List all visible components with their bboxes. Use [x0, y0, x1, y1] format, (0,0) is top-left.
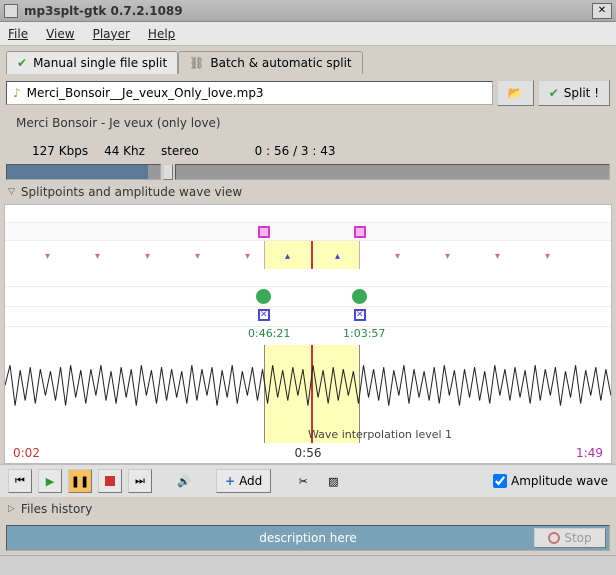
- splitpoint-delete-a[interactable]: [258, 309, 270, 321]
- tick-icon: ▾: [545, 251, 551, 257]
- tick-icon: ▾: [495, 251, 501, 257]
- menu-player[interactable]: Player: [93, 27, 130, 41]
- tick-icon: ▾: [145, 251, 151, 257]
- amplitude-wave-label: Amplitude wave: [511, 474, 608, 488]
- stop-icon: [548, 532, 560, 544]
- tab-batch[interactable]: ⛓ Batch & automatic split: [178, 51, 362, 74]
- splitpoint-dot-a[interactable]: [256, 289, 271, 304]
- splitpoint-marker-a[interactable]: [258, 226, 270, 238]
- wave-time-right: 1:49: [576, 446, 603, 460]
- plus-icon: +: [225, 474, 235, 488]
- add-button[interactable]: + Add: [216, 469, 271, 493]
- amplitude-wave-input[interactable]: [493, 474, 507, 488]
- tick-icon: ▾: [195, 251, 201, 257]
- tick-icon: ▾: [45, 251, 51, 257]
- link-icon: ⛓: [189, 56, 204, 70]
- amplitude-wave-checkbox[interactable]: Amplitude wave: [493, 474, 608, 488]
- app-icon: [4, 4, 18, 18]
- statusbar: [0, 555, 616, 575]
- position: 0 : 56 / 3 : 43: [255, 144, 336, 158]
- menu-file[interactable]: File: [8, 27, 28, 41]
- split-label: Split !: [564, 86, 599, 100]
- wave-area: ▾ ▾ ▾ ▾ ▾ ▴ ▴ ▾ ▾ ▾ ▾ 0:46:21 1:03:57 Wa…: [4, 204, 612, 464]
- wave-time-center: 0:56: [295, 446, 322, 460]
- eraser-icon[interactable]: ▨: [321, 469, 345, 493]
- tick-icon: ▾: [445, 251, 451, 257]
- tick-icon: ▾: [95, 251, 101, 257]
- add-label: Add: [239, 474, 262, 488]
- stop-label: Stop: [564, 531, 591, 545]
- tick-icon: ▾: [245, 251, 251, 257]
- cut-icon[interactable]: ✂: [291, 469, 315, 493]
- wave-time-left: 0:02: [13, 446, 40, 460]
- open-file-button[interactable]: 📂: [497, 80, 534, 106]
- skip-back-button[interactable]: ⏮: [8, 469, 32, 493]
- splitpoint-marker-b[interactable]: [354, 226, 366, 238]
- volume-icon[interactable]: 🔊: [172, 469, 196, 493]
- bitrate: 127 Kbps: [32, 144, 88, 158]
- waveform[interactable]: Wave interpolation level 1: [5, 345, 611, 443]
- channels: stereo: [161, 144, 199, 158]
- tick-icon: ▴: [335, 251, 341, 257]
- playhead: [311, 241, 313, 269]
- window-title: mp3splt-gtk 0.7.2.1089: [24, 4, 183, 18]
- splitpoint-time-a: 0:46:21: [248, 327, 290, 340]
- file-name: Merci_Bonsoir__Je_veux_Only_love.mp3: [27, 86, 264, 100]
- splitpoint-time-b: 1:03:57: [343, 327, 385, 340]
- section-files-history-label: Files history: [21, 502, 92, 516]
- close-icon[interactable]: ✕: [592, 3, 612, 19]
- check-icon: ✔: [549, 86, 559, 100]
- tab-manual-label: Manual single file split: [33, 56, 167, 70]
- description-placeholder: description here: [259, 531, 357, 545]
- tick-icon: ▴: [285, 251, 291, 257]
- chevron-down-icon[interactable]: ▽: [8, 187, 15, 197]
- splitpoint-delete-b[interactable]: [354, 309, 366, 321]
- splitpoint-dot-b[interactable]: [352, 289, 367, 304]
- description-bar: description here Stop: [6, 525, 610, 551]
- section-splitpoints-label: Splitpoints and amplitude wave view: [21, 185, 242, 199]
- music-icon: ♪: [13, 86, 21, 100]
- tab-manual[interactable]: ✔ Manual single file split: [6, 51, 178, 74]
- split-button[interactable]: ✔ Split !: [538, 80, 610, 106]
- track-title: Merci Bonsoir - Je veux (only love): [0, 112, 616, 138]
- menu-help[interactable]: Help: [148, 27, 175, 41]
- folder-icon: 📂: [508, 86, 523, 100]
- chevron-right-icon[interactable]: ▷: [8, 504, 15, 514]
- slider-handle[interactable]: [163, 164, 173, 180]
- check-icon: ✔: [17, 56, 27, 70]
- tick-icon: ▾: [395, 251, 401, 257]
- tab-batch-label: Batch & automatic split: [210, 56, 351, 70]
- skip-fwd-button[interactable]: ⏭: [128, 469, 152, 493]
- stop-button[interactable]: [98, 469, 122, 493]
- file-path-field[interactable]: ♪ Merci_Bonsoir__Je_veux_Only_love.mp3: [6, 81, 493, 105]
- interp-label: Wave interpolation level 1: [308, 428, 452, 441]
- volume-slider[interactable]: [6, 164, 161, 180]
- menu-view[interactable]: View: [46, 27, 74, 41]
- samplerate: 44 Khz: [104, 144, 145, 158]
- stop-task-button[interactable]: Stop: [534, 528, 606, 548]
- play-button[interactable]: ▶: [38, 469, 62, 493]
- pause-button[interactable]: ❚❚: [68, 469, 92, 493]
- seek-slider[interactable]: [175, 164, 610, 180]
